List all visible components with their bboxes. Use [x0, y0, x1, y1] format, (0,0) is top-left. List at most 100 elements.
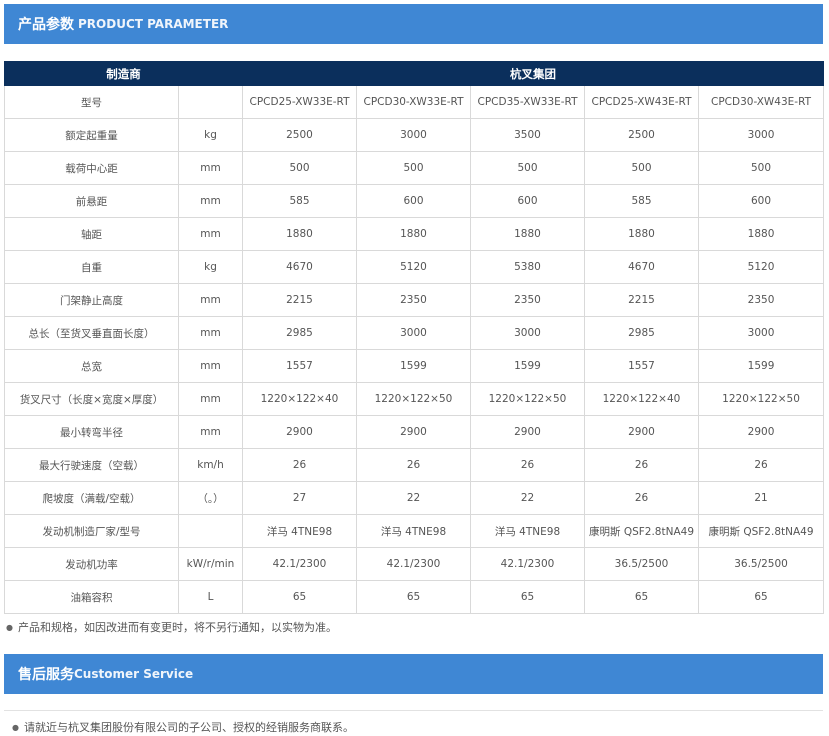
- param-unit: mm: [178, 415, 243, 449]
- section-title-cn: 售后服务: [18, 667, 74, 683]
- param-name: 爬坡度（满载/空载）: [4, 481, 179, 515]
- param-value: 1599: [356, 349, 471, 383]
- param-value: 1220×122×50: [470, 382, 585, 416]
- table-body: 型号 CPCD25-XW33E-RT CPCD30-XW33E-RT CPCD35-X…: [4, 85, 825, 614]
- param-value: CPCD25-XW43E-RT: [584, 85, 699, 119]
- product-note-text: 产品和规格，如因改进而有变更时，将不另行通知，以实物为准。: [17, 621, 337, 634]
- product-note: ● 产品和规格，如因改进而有变更时，将不另行通知，以实物为准。: [6, 619, 337, 635]
- param-value: CPCD30-XW33E-RT: [356, 85, 471, 119]
- param-value: 2900: [470, 415, 585, 449]
- param-value: 2985: [242, 316, 357, 350]
- param-value: 21: [697, 481, 825, 515]
- table-header-row: 制造商 杭叉集团: [4, 61, 825, 86]
- param-unit: mm: [178, 316, 243, 350]
- table-row: 载荷中心距 mm 500 500 500 500 500: [4, 151, 825, 185]
- param-value: 65: [242, 580, 357, 614]
- param-value: 600: [356, 184, 471, 218]
- param-value: 65: [584, 580, 699, 614]
- param-unit: （。）: [178, 481, 243, 515]
- param-value: 2215: [584, 283, 699, 317]
- param-value: 22: [356, 481, 471, 515]
- table-row: 总长（至货叉垂直面长度） mm 2985 3000 3000 2985 3000: [4, 316, 825, 350]
- param-value: 1220×122×40: [584, 382, 699, 416]
- param-value: 2215: [242, 283, 357, 317]
- param-unit: mm: [178, 151, 243, 185]
- param-value: 26: [697, 448, 825, 482]
- param-value: 36.5/2500: [584, 547, 699, 581]
- param-value: 4670: [584, 250, 699, 284]
- table-row: 最大行驶速度（空载） km/h 26 26 26 26 26: [4, 448, 825, 482]
- param-value: 65: [470, 580, 585, 614]
- param-value: 5380: [470, 250, 585, 284]
- bullet-icon: ●: [12, 722, 19, 732]
- param-value: 1880: [697, 217, 825, 251]
- param-value: 26: [584, 481, 699, 515]
- param-value: 500: [697, 151, 825, 185]
- table-row: 发动机制造厂家/型号 洋马 4TNE98 洋马 4TNE98 洋马 4TNE98 康明斯…: [4, 514, 825, 548]
- param-value: 2350: [356, 283, 471, 317]
- param-value: 26: [470, 448, 585, 482]
- param-value: 1880: [356, 217, 471, 251]
- param-name: 门架静止高度: [4, 283, 179, 317]
- table-row: 型号 CPCD25-XW33E-RT CPCD30-XW33E-RT CPCD35-X…: [4, 85, 825, 119]
- param-value: 1557: [242, 349, 357, 383]
- table-row: 最小转弯半径 mm 2900 2900 2900 2900 2900: [4, 415, 825, 449]
- param-unit: mm: [178, 382, 243, 416]
- param-value: 5120: [697, 250, 825, 284]
- param-unit: mm: [178, 217, 243, 251]
- table-row: 额定起重量 kg 2500 3000 3500 2500 3000: [4, 118, 825, 152]
- param-value: CPCD35-XW33E-RT: [470, 85, 585, 119]
- param-unit: L: [178, 580, 243, 614]
- table-row: 油箱容积 L 65 65 65 65 65: [4, 580, 825, 614]
- param-value: 2900: [242, 415, 357, 449]
- param-unit: kg: [178, 250, 243, 284]
- param-name: 发动机功率: [4, 547, 179, 581]
- bullet-icon: ●: [6, 622, 13, 632]
- param-value: 2350: [697, 283, 825, 317]
- param-name: 最小转弯半径: [4, 415, 179, 449]
- param-value: 1599: [470, 349, 585, 383]
- param-value: 3000: [697, 316, 825, 350]
- table-row: 轴距 mm 1880 1880 1880 1880 1880: [4, 217, 825, 251]
- param-value: 3000: [356, 118, 471, 152]
- param-value: 5120: [356, 250, 471, 284]
- param-value: 26: [584, 448, 699, 482]
- param-value: 洋马 4TNE98: [356, 514, 471, 548]
- param-name: 前悬距: [4, 184, 179, 218]
- param-value: 1557: [584, 349, 699, 383]
- param-value: CPCD25-XW33E-RT: [242, 85, 357, 119]
- param-value: 1220×122×50: [697, 382, 825, 416]
- param-name: 自重: [4, 250, 179, 284]
- param-value: 2900: [584, 415, 699, 449]
- section-title-cn: 产品参数: [18, 17, 74, 33]
- param-value: 3000: [470, 316, 585, 350]
- param-value: 2500: [242, 118, 357, 152]
- param-unit: kg: [178, 118, 243, 152]
- param-value: 65: [697, 580, 825, 614]
- param-value: 4670: [242, 250, 357, 284]
- param-name: 额定起重量: [4, 118, 179, 152]
- param-value: 500: [242, 151, 357, 185]
- service-note: ● 请就近与杭叉集团股份有限公司的子公司、授权的经销服务商联系。: [12, 719, 354, 735]
- param-value: 2900: [356, 415, 471, 449]
- param-value: 585: [242, 184, 357, 218]
- table-row: 自重 kg 4670 5120 5380 4670 5120: [4, 250, 825, 284]
- table-row: 发动机功率 kW/r/min 42.1/2300 42.1/2300 42.1/2300…: [4, 547, 825, 581]
- param-value: 65: [356, 580, 471, 614]
- param-unit: mm: [178, 184, 243, 218]
- param-value: 洋马 4TNE98: [242, 514, 357, 548]
- param-value: 500: [356, 151, 471, 185]
- param-value: 500: [470, 151, 585, 185]
- param-unit: [178, 514, 243, 548]
- param-value: 1599: [697, 349, 825, 383]
- table-row: 前悬距 mm 585 600 600 585 600: [4, 184, 825, 218]
- param-unit: km/h: [178, 448, 243, 482]
- param-value: 2350: [470, 283, 585, 317]
- param-name: 总宽: [4, 349, 179, 383]
- param-value: 500: [584, 151, 699, 185]
- param-name: 最大行驶速度（空载）: [4, 448, 179, 482]
- manufacturer-label: 制造商: [4, 61, 243, 86]
- param-value: 42.1/2300: [470, 547, 585, 581]
- param-value: 42.1/2300: [242, 547, 357, 581]
- param-value: 22: [470, 481, 585, 515]
